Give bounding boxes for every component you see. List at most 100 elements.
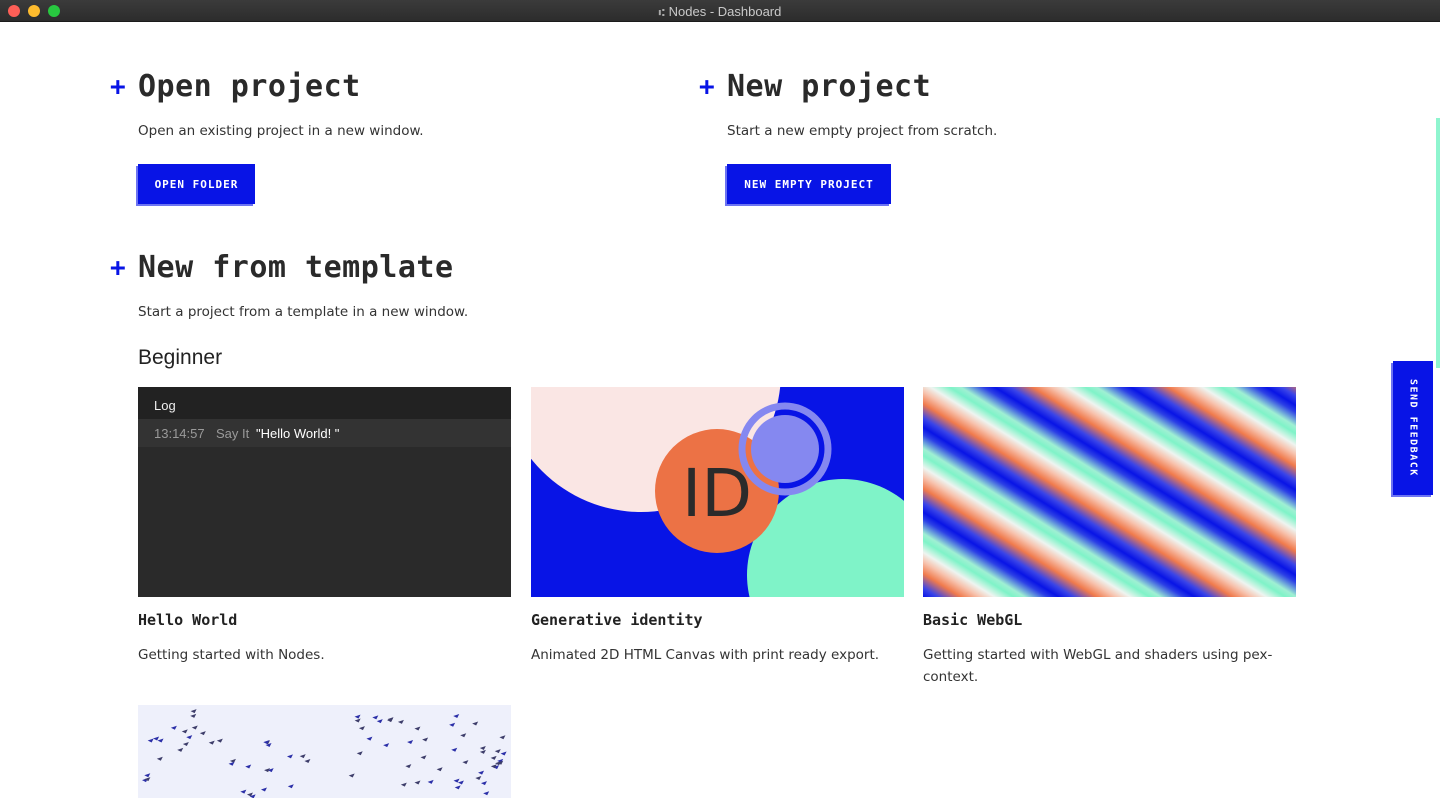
window-titlebar: ⑆ Nodes - Dashboard — [0, 0, 1440, 22]
open-project-title: Open project — [138, 69, 361, 104]
new-project-title: New project — [727, 69, 932, 104]
new-empty-project-button[interactable]: NEW EMPTY PROJECT — [727, 164, 891, 204]
flock-arrow-mark — [191, 725, 198, 730]
flock-arrow-mark — [407, 740, 414, 745]
card-description: Getting started with Nodes. — [138, 647, 325, 663]
flock-arrow-mark — [260, 787, 267, 792]
flock-arrow-mark — [480, 781, 487, 786]
window-title-text: Nodes - Dashboard — [668, 4, 782, 19]
window-title: ⑆ Nodes - Dashboard — [0, 4, 1440, 19]
flock-arrow-mark — [229, 758, 236, 763]
flock-arrow-mark — [427, 779, 434, 784]
flock-arrow-mark — [457, 780, 464, 785]
flock-arrow-mark — [383, 743, 390, 748]
flock-arrow-mark — [405, 764, 412, 769]
card-title: Basic WebGL — [923, 611, 1023, 629]
flock-arrow-mark — [240, 789, 247, 794]
flock-arrow-mark — [397, 719, 404, 724]
flock-arrow-mark — [144, 773, 151, 778]
flock-arrow-mark — [299, 754, 306, 759]
generative-identity-thumbnail[interactable]: ID — [531, 387, 904, 597]
flock-arrow-mark — [462, 760, 469, 765]
scroll-indicator[interactable] — [1436, 118, 1440, 368]
plus-icon: + — [110, 72, 126, 102]
send-feedback-label: SEND FEEDBACK — [1407, 379, 1419, 477]
send-feedback-button[interactable]: SEND FEEDBACK — [1393, 361, 1433, 495]
flock-arrow-mark — [245, 764, 252, 769]
flock-arrow-mark — [287, 784, 294, 789]
flock-arrow-mark — [499, 735, 506, 740]
card-description: Animated 2D HTML Canvas with print ready… — [531, 647, 880, 663]
beginner-group-label: Beginner — [138, 346, 223, 369]
flock-arrow-mark — [453, 778, 460, 783]
flock-arrow-mark — [286, 754, 293, 759]
flock-arrow-mark — [494, 749, 501, 754]
flock-arrow-mark — [199, 731, 206, 736]
new-project-description: Start a new empty project from scratch. — [727, 123, 998, 139]
flock-arrow-mark — [348, 773, 355, 778]
template-card-generative-identity[interactable]: ID Generative identity Animated 2D HTML … — [531, 387, 904, 666]
flock-arrow-mark — [354, 718, 361, 723]
flock-arrow-mark — [479, 746, 486, 751]
flock-arrow-mark — [190, 709, 197, 714]
flock-arrow-mark — [177, 747, 184, 752]
flock-arrow-mark — [208, 740, 215, 745]
flock-arrow-mark — [472, 721, 479, 726]
flock-arrow-mark — [156, 756, 163, 761]
flock-arrow-mark — [304, 758, 311, 763]
template-card-hello-world[interactable]: Log 13:14:57 Say It "Hello World! " Hell… — [138, 387, 511, 666]
dashboard: + Open project Open an existing project … — [0, 22, 1440, 798]
flock-arrow-mark — [422, 737, 429, 742]
flock-arrow-mark — [483, 791, 490, 796]
lilac-circle-shape — [751, 415, 819, 483]
flock-arrow-mark — [449, 722, 456, 727]
card-title: Hello World — [138, 611, 238, 629]
flock-arrow-mark — [475, 775, 482, 780]
flock-arrow-mark — [414, 780, 421, 785]
open-project-header: + Open project — [110, 72, 361, 102]
flock-arrow-mark — [478, 770, 485, 775]
template-description: Start a project from a template in a new… — [138, 304, 469, 320]
flock-arrow-mark — [358, 726, 365, 731]
flock-arrow-mark — [453, 714, 460, 719]
flock-arrow-mark — [490, 755, 497, 760]
flock-arrow-mark — [436, 767, 443, 772]
flock-arrow-mark — [400, 782, 407, 787]
flock-arrow-mark — [216, 738, 223, 743]
flock-arrow-mark — [500, 751, 507, 756]
flock-arrow-mark — [181, 729, 188, 734]
flock-arrow-mark — [354, 714, 361, 719]
log-entry: 13:14:57 Say It "Hello World! " — [138, 419, 511, 447]
new-project-header: + New project — [699, 72, 931, 102]
template-title: New from template — [138, 250, 454, 285]
card-description: Getting started with WebGL and shaders u… — [923, 647, 1273, 685]
log-panel-header: Log — [138, 387, 511, 419]
open-project-description: Open an existing project in a new window… — [138, 123, 424, 139]
flock-arrow-mark — [170, 725, 177, 730]
template-card-basic-webgl[interactable]: Basic WebGL Getting started with WebGL a… — [923, 387, 1296, 688]
card-title: Generative identity — [531, 611, 703, 629]
flocking-thumbnail[interactable] — [138, 705, 511, 798]
flock-arrow-mark — [228, 761, 235, 766]
log-entry-source: Say It — [216, 425, 250, 441]
flocking-arrows-artwork — [142, 709, 507, 798]
flock-arrow-mark — [366, 736, 373, 741]
flock-arrow-mark — [376, 719, 383, 724]
flock-arrow-mark — [454, 785, 461, 790]
open-folder-button[interactable]: OPEN FOLDER — [138, 164, 255, 204]
hello-world-thumbnail[interactable]: Log 13:14:57 Say It "Hello World! " — [138, 387, 511, 597]
basic-webgl-thumbnail[interactable] — [923, 387, 1296, 597]
flock-arrow-mark — [460, 733, 467, 738]
flock-arrow-mark — [420, 755, 427, 760]
flock-arrow-mark — [190, 713, 197, 718]
template-card-flocking[interactable] — [138, 705, 511, 798]
flock-arrow-mark — [451, 747, 458, 752]
generative-identity-artwork: ID — [531, 387, 904, 597]
log-entry-message: "Hello World! " — [256, 425, 340, 441]
template-header: + New from template — [110, 253, 454, 283]
id-logo-text: ID — [682, 455, 752, 532]
flock-arrow-mark — [414, 726, 421, 731]
flock-arrow-mark — [157, 738, 164, 743]
flock-arrow-mark — [356, 751, 363, 756]
plus-icon: + — [699, 72, 715, 102]
